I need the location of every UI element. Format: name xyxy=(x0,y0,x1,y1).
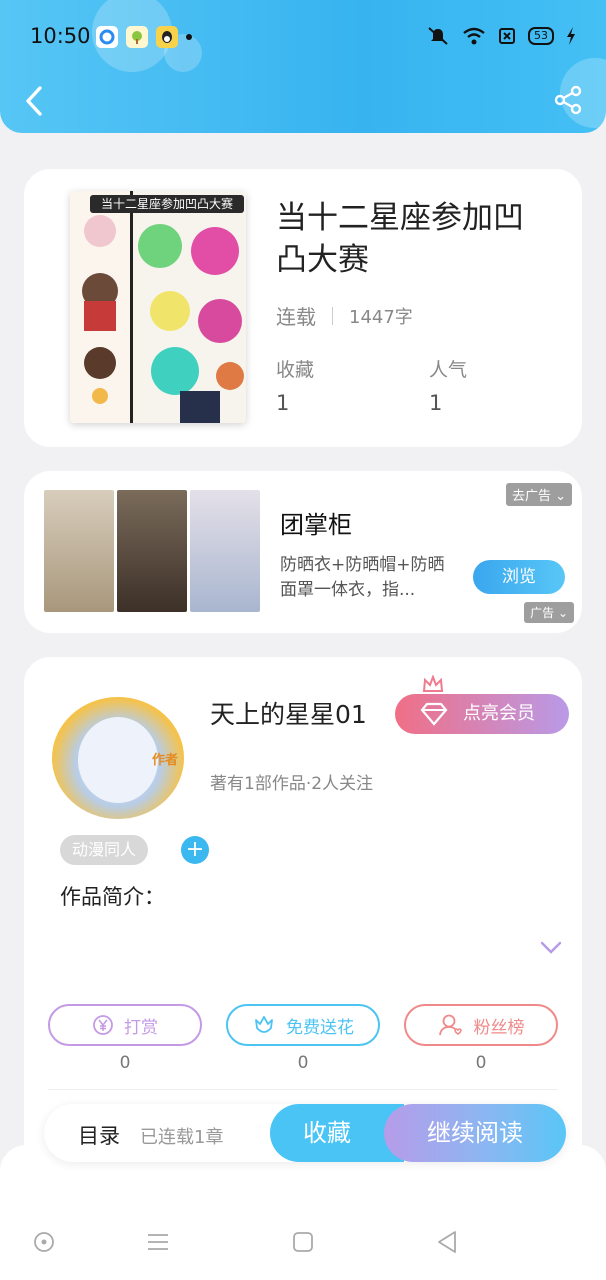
remove-ad-button[interactable]: 去广告 ⌄ xyxy=(505,483,572,506)
meta-divider xyxy=(332,306,333,325)
charging-icon xyxy=(567,27,575,45)
fan-ranking-icon xyxy=(438,1014,462,1036)
popularity-value: 1 xyxy=(429,391,443,415)
flower-count: 0 xyxy=(297,1053,309,1073)
back-arrow-icon[interactable] xyxy=(20,84,50,118)
yen-coin-icon xyxy=(93,1015,113,1035)
author-card: 作者 天上的星星01 点亮会员 著有1部作品·2人关注 动漫同人 + 作品简介：… xyxy=(24,657,582,1157)
genre-tag[interactable]: 动漫同人 xyxy=(60,835,149,865)
tree-app-icon xyxy=(126,26,148,48)
menu-button[interactable] xyxy=(138,1222,178,1262)
send-flower-label: 免费送花 xyxy=(286,1017,354,1038)
sim-x-icon xyxy=(499,28,515,44)
remove-ad-label: 去广告 xyxy=(511,489,551,504)
flower-icon xyxy=(255,1016,273,1033)
author-name[interactable]: 天上的星星01 xyxy=(210,695,367,731)
status-right: 53 xyxy=(426,26,576,46)
fan-ranking-label: 粉丝榜 xyxy=(473,1017,525,1038)
mute-bell-icon xyxy=(428,27,448,45)
continue-reading-button[interactable]: 继续阅读 xyxy=(384,1104,566,1162)
menu-icon xyxy=(148,1234,168,1250)
ad-description: 防晒衣+防晒帽+防晒面罩一体衣，指... xyxy=(280,555,445,600)
avatar-face xyxy=(78,717,158,803)
tip-label: 打赏 xyxy=(124,1017,158,1038)
more-notifications-dot xyxy=(186,34,192,40)
fan-count: 0 xyxy=(475,1053,487,1073)
assistant-icon xyxy=(34,1232,54,1252)
share-icon[interactable] xyxy=(552,84,584,116)
add-tag-button[interactable]: + xyxy=(181,836,209,864)
intro-label: 作品简介： xyxy=(60,885,165,909)
home-square-icon xyxy=(293,1232,313,1252)
crown-icon xyxy=(422,675,444,692)
bottom-action-bar: 目录 已连载1章 收藏 继续阅读 xyxy=(44,1104,566,1162)
assistant-button[interactable] xyxy=(24,1222,64,1262)
author-avatar[interactable]: 作者 xyxy=(52,697,184,819)
serial-status: 连载 xyxy=(276,305,316,329)
system-nav-bar xyxy=(0,1222,606,1266)
browser-app-icon xyxy=(96,26,118,48)
book-cover-image[interactable]: 当十二星座参加凹凸大赛 xyxy=(70,191,246,423)
fan-ranking-button[interactable]: 粉丝榜 xyxy=(404,1004,558,1046)
word-count: 1447字 xyxy=(349,306,413,328)
tip-button[interactable]: 打赏 xyxy=(48,1004,202,1046)
send-flower-button[interactable]: 免费送花 xyxy=(226,1004,380,1046)
wifi-icon xyxy=(463,27,485,45)
chevron-down-icon: ⌄ xyxy=(557,606,568,620)
ad-tag-label: 广告 xyxy=(530,606,555,620)
book-title: 当十二星座参加凹凸大赛 xyxy=(276,200,524,278)
book-info-card: 当十二星座参加凹凸大赛 当十二星座参加凹凸大赛 连载 1447字 收藏 1 人气… xyxy=(24,169,582,447)
ad-image[interactable] xyxy=(44,490,260,612)
vip-label: 点亮会员 xyxy=(463,703,535,724)
chevron-down-icon[interactable] xyxy=(540,941,562,955)
tip-count: 0 xyxy=(119,1053,131,1073)
book-meta: 连载 1447字 xyxy=(276,301,413,330)
battery-level: 53 xyxy=(528,27,554,45)
author-badge: 作者 xyxy=(152,753,179,768)
chevron-down-icon: ⌄ xyxy=(555,489,566,504)
vip-button[interactable]: 点亮会员 xyxy=(395,694,569,734)
browse-button[interactable]: 浏览 xyxy=(473,560,565,594)
favorites-label: 收藏 xyxy=(276,359,315,381)
ad-tag[interactable]: 广告 ⌄ xyxy=(524,602,574,623)
chapter-count: 已连载1章 xyxy=(140,1127,224,1148)
back-triangle-icon xyxy=(438,1231,456,1253)
ad-card[interactable]: 团掌柜 防晒衣+防晒帽+防晒面罩一体衣，指... 去广告 ⌄ 浏览 广告 ⌄ xyxy=(24,471,582,633)
author-stats: 著有1部作品·2人关注 xyxy=(210,774,374,794)
app-header: 10:50 53 xyxy=(0,0,606,133)
status-time: 10:50 xyxy=(30,24,91,48)
ad-title: 团掌柜 xyxy=(280,511,352,539)
cover-artwork xyxy=(70,191,246,423)
system-back-button[interactable] xyxy=(427,1222,467,1262)
toc-button[interactable]: 目录 xyxy=(78,1120,120,1150)
divider xyxy=(48,1089,558,1090)
favorites-value: 1 xyxy=(276,391,290,415)
home-button[interactable] xyxy=(283,1222,323,1262)
qq-app-icon xyxy=(156,26,178,48)
popularity-label: 人气 xyxy=(429,359,468,381)
notification-icons xyxy=(96,26,192,48)
diamond-icon xyxy=(420,702,448,726)
cover-banner-text: 当十二星座参加凹凸大赛 xyxy=(90,195,244,213)
